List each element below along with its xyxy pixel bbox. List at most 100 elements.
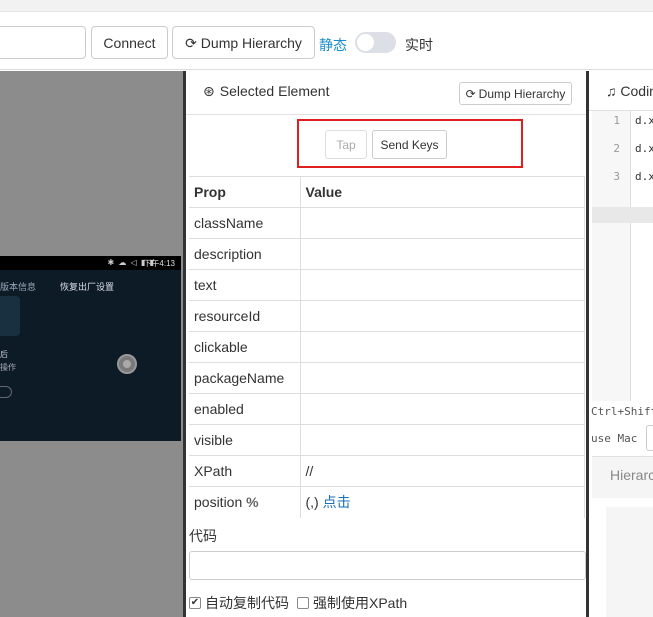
prop-value (300, 331, 585, 363)
prop-value (300, 269, 585, 301)
inspector-panel: ⊛ Selected Element ⟳ Dump Hierarchy Tap … (183, 71, 589, 617)
force-xpath-checkbox[interactable] (297, 597, 309, 609)
prop-name: className (189, 207, 301, 239)
prop-value (300, 207, 585, 239)
hierarchy-tab-label[interactable]: Hierarchy (610, 467, 653, 483)
device-switch-icon (0, 386, 12, 398)
table-row: packageName (189, 362, 585, 394)
device-address-input[interactable] (0, 26, 86, 59)
prop-column-header: Prop (189, 176, 301, 208)
device-menu-item-2: 恢复出厂设置 (60, 282, 115, 292)
send-keys-button[interactable]: Send Keys (372, 130, 447, 159)
prop-value-position: (,) 点击 (300, 486, 585, 518)
floating-ball-icon (117, 354, 137, 374)
force-xpath-label: 强制使用XPath (313, 595, 408, 611)
coding-header: ♫ Coding (589, 71, 653, 111)
line-number: 2 (613, 142, 620, 155)
prop-value (300, 362, 585, 394)
table-row: resourceId (189, 300, 585, 332)
coding-panel: ♫ Coding 1 d.x 2 d.x 3 d.x Ctrl+Shift us… (589, 71, 653, 617)
device-text-line-2: 操作 (0, 363, 16, 372)
tap-button[interactable]: Tap (325, 130, 367, 159)
hint-input-box[interactable] (646, 425, 653, 451)
floating-ball-inner (123, 360, 131, 368)
tap-button-label: Tap (336, 137, 356, 152)
value-column-header: Value (300, 176, 585, 208)
prop-value (300, 393, 585, 425)
prop-value (300, 238, 585, 270)
table-row: enabled (189, 393, 585, 425)
dump-hierarchy-label: Dump Hierarchy (200, 34, 302, 51)
coding-title-label: Coding (620, 83, 653, 99)
prop-name: visible (189, 424, 301, 456)
properties-table: Prop Value className description text re… (189, 176, 585, 518)
prop-name-position: position % (189, 486, 301, 518)
app-window: Connect ⟳ Dump Hierarchy 静态 实时 ✱ ☁ ◁ ▮ ▮… (0, 0, 653, 617)
mode-live-label[interactable]: 实时 (405, 35, 433, 55)
refresh-icon: ⟳ (465, 86, 476, 101)
send-keys-label: Send Keys (380, 137, 439, 152)
code-editor[interactable]: 1 d.x 2 d.x 3 d.x (592, 111, 653, 401)
table-row: position % (,) 点击 (189, 486, 585, 518)
toolbar: Connect ⟳ Dump Hierarchy 静态 实时 (0, 12, 653, 70)
table-row: className (189, 207, 585, 239)
code-options: ✔ 自动复制代码 强制使用XPath (189, 593, 407, 613)
position-label: position (194, 494, 243, 511)
toggle-knob (357, 34, 374, 51)
prop-name: packageName (189, 362, 301, 394)
table-row: clickable (189, 331, 585, 363)
inspector-dump-button[interactable]: ⟳ Dump Hierarchy (459, 82, 572, 105)
status-time: 下午4:13 (143, 259, 175, 268)
selected-element-label: Selected Element (219, 83, 330, 99)
mac-hint: use Mac (591, 432, 638, 445)
auto-copy-checkbox[interactable]: ✔ (189, 597, 201, 609)
prop-name: clickable (189, 331, 301, 363)
click-position-link[interactable]: 点击 (323, 494, 351, 510)
connect-button-label: Connect (103, 34, 156, 51)
prop-name: text (189, 269, 301, 301)
prop-name: description (189, 238, 301, 270)
coding-title: ♫ Coding (606, 83, 653, 99)
table-row: visible (189, 424, 585, 456)
line-number: 3 (613, 170, 620, 183)
refresh-icon: ⟳ (185, 34, 197, 51)
table-row: XPath // (189, 455, 585, 487)
asterisk-circle-icon: ⊛ (203, 83, 215, 99)
prop-value (300, 300, 585, 332)
table-header-row: Prop Value (189, 176, 585, 208)
top-strip (0, 0, 653, 12)
device-screen-panel: ✱ ☁ ◁ ▮ ▮ 下午4:13 版本信息 恢复出厂设置 后 操作 (0, 71, 183, 617)
dump-hierarchy-button[interactable]: ⟳ Dump Hierarchy (172, 26, 315, 59)
code-label: 代码 (189, 528, 217, 544)
prop-name: resourceId (189, 300, 301, 332)
hierarchy-body (606, 507, 653, 617)
code-line: d.x (635, 170, 653, 183)
device-text-line-1: 后 (0, 350, 8, 359)
percent-icon[interactable]: % (246, 494, 258, 510)
code-input[interactable] (189, 551, 586, 580)
code-line: d.x (635, 142, 653, 155)
selected-element-title: ⊛ Selected Element (203, 83, 329, 99)
inspector-dump-label: Dump Hierarchy (478, 86, 566, 101)
inspector-header: ⊛ Selected Element ⟳ Dump Hierarchy (186, 71, 586, 115)
prop-value (300, 424, 585, 456)
table-row: text (189, 269, 585, 301)
music-note-icon: ♫ (606, 83, 617, 99)
mode-static-label[interactable]: 静态 (319, 35, 347, 55)
connect-button[interactable]: Connect (91, 26, 168, 59)
prop-name: enabled (189, 393, 301, 425)
device-menu-item-1: 版本信息 (0, 282, 37, 292)
prop-value: // (300, 455, 585, 487)
auto-copy-label: 自动复制代码 (205, 595, 289, 611)
line-number: 1 (613, 114, 620, 127)
prop-name: XPath (189, 455, 301, 487)
element-action-bar: Tap Send Keys (186, 115, 586, 176)
device-screenshot[interactable]: ✱ ☁ ◁ ▮ ▮ 下午4:13 版本信息 恢复出厂设置 后 操作 (0, 256, 181, 441)
mode-toggle[interactable] (355, 32, 396, 53)
device-highlight-area (0, 296, 20, 336)
shortcut-hint: Ctrl+Shift (591, 405, 653, 418)
table-row: description (189, 238, 585, 270)
position-value: (,) (305, 494, 319, 511)
code-line: d.x (635, 114, 653, 127)
active-line (592, 207, 653, 223)
